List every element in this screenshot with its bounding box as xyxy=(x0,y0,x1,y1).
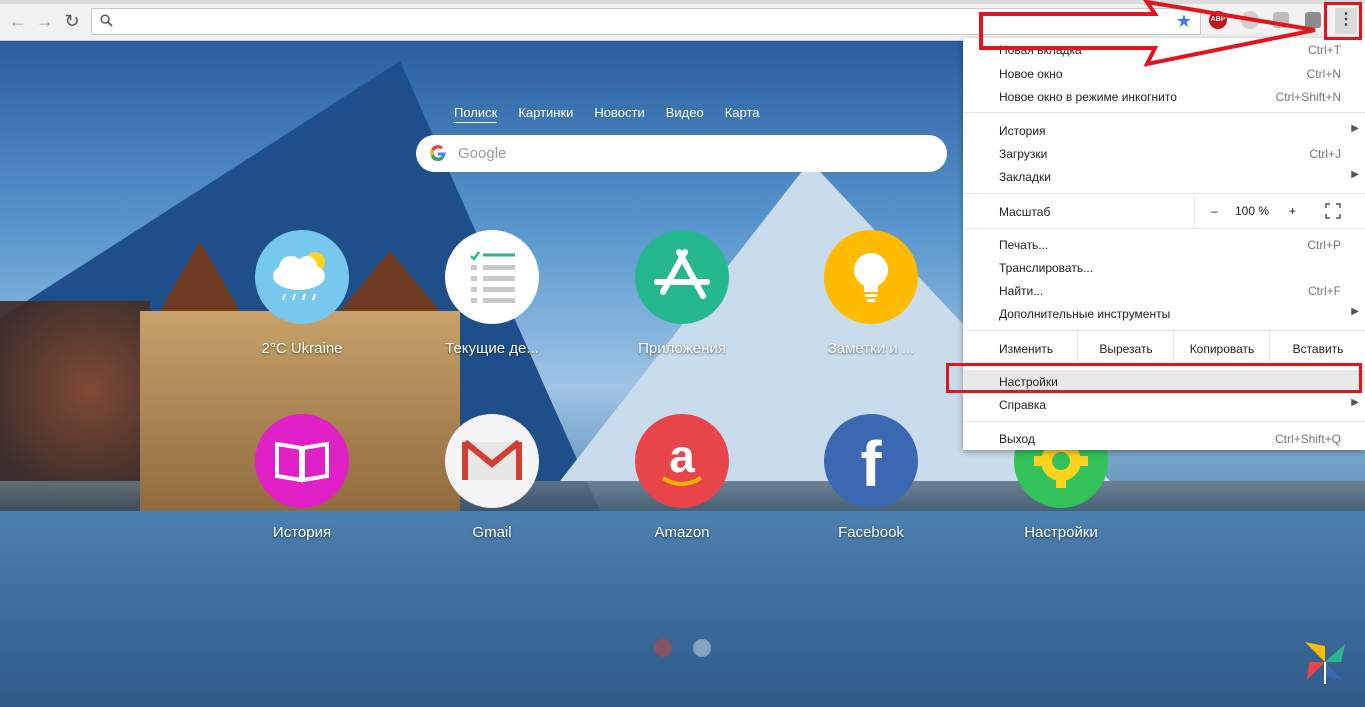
menu-item-help[interactable]: Справка ▶ xyxy=(963,393,1365,416)
book-icon xyxy=(255,414,349,508)
tile-weather[interactable]: 2°C Ukraine xyxy=(232,230,372,357)
menu-item-history[interactable]: История ▶ xyxy=(963,119,1365,142)
submenu-arrow-icon: ▶ xyxy=(1351,306,1359,317)
cut-button[interactable]: Вырезать xyxy=(1077,331,1174,365)
menu-separator xyxy=(963,112,1365,113)
menu-item-shortcut: Ctrl+P xyxy=(1307,238,1341,252)
cut-label: Вырезать xyxy=(1099,342,1153,356)
tile-label: Заметки и ... xyxy=(827,340,915,357)
weather-icon xyxy=(255,230,349,324)
menu-item-incognito[interactable]: Новое окно в режиме инкогнито Ctrl+Shift… xyxy=(963,85,1365,108)
app-store-icon xyxy=(635,230,729,324)
menu-item-label: Транслировать... xyxy=(999,261,1094,275)
gmail-icon xyxy=(445,414,539,508)
tile-label: Приложения xyxy=(638,340,726,357)
menu-item-downloads[interactable]: Загрузки Ctrl+J xyxy=(963,142,1365,165)
submenu-arrow-icon: ▶ xyxy=(1351,123,1359,134)
tile-apps[interactable]: Приложения xyxy=(612,230,752,357)
svg-text:a: a xyxy=(669,430,695,482)
zoom-controls: – 100 % + xyxy=(1194,195,1305,227)
tile-amazon[interactable]: a Amazon xyxy=(612,414,752,541)
search-tab[interactable]: Картинки xyxy=(518,105,573,123)
menu-item-exit[interactable]: Выход Ctrl+Shift+Q xyxy=(963,427,1365,450)
copy-label: Копировать xyxy=(1189,342,1255,356)
menu-item-label: Дополнительные инструменты xyxy=(999,307,1171,321)
forward-icon[interactable]: → xyxy=(35,11,55,31)
menu-item-print[interactable]: Печать... Ctrl+P xyxy=(963,233,1365,256)
tile-gmail[interactable]: Gmail xyxy=(422,414,562,541)
back-icon[interactable]: ← xyxy=(8,11,28,31)
page-indicator xyxy=(654,639,728,662)
menu-item-label: Печать... xyxy=(999,238,1049,252)
search-tab[interactable]: Карта xyxy=(725,105,760,123)
tile-label: Текущие де... xyxy=(445,340,539,357)
annotation-arrow-icon xyxy=(979,0,1316,67)
tile-history[interactable]: История xyxy=(232,414,372,541)
checklist-icon xyxy=(445,230,539,324)
tile-tasks[interactable]: Текущие де... xyxy=(422,230,562,357)
menu-item-cast[interactable]: Транслировать... xyxy=(963,256,1365,279)
edit-label: Изменить xyxy=(999,342,1054,356)
annotation-highlight-menu-button xyxy=(1324,2,1362,40)
zoom-label: Масштаб xyxy=(999,205,1051,219)
menu-item-shortcut: Ctrl+Shift+N xyxy=(1275,90,1341,104)
copy-button[interactable]: Копировать xyxy=(1173,331,1270,365)
menu-item-label: Загрузки xyxy=(999,147,1048,161)
svg-text:f: f xyxy=(860,428,882,500)
fullscreen-icon[interactable] xyxy=(1325,203,1341,219)
menu-item-label: Найти... xyxy=(999,284,1044,298)
paste-button[interactable]: Вставить xyxy=(1269,331,1365,365)
tile-label: История xyxy=(272,524,332,541)
menu-item-label: Закладки xyxy=(999,170,1051,184)
menu-item-find[interactable]: Найти... Ctrl+F xyxy=(963,279,1365,302)
menu-separator xyxy=(963,228,1365,229)
menu-item-shortcut: Ctrl+F xyxy=(1308,284,1341,298)
zoom-in-button[interactable]: + xyxy=(1289,204,1296,218)
tile-label: Amazon xyxy=(654,524,710,541)
zoom-value: 100 % xyxy=(1235,204,1270,218)
pinwheel-logo-icon[interactable] xyxy=(1303,640,1347,684)
submenu-arrow-icon: ▶ xyxy=(1351,397,1359,408)
menu-edit-row: Изменить Вырезать Копировать Вставить xyxy=(963,331,1365,365)
search-tab[interactable]: Новости xyxy=(594,105,644,123)
annotation-highlight-settings xyxy=(946,363,1362,393)
tile-label: Facebook xyxy=(838,524,904,541)
menu-item-bookmarks[interactable]: Закладки ▶ xyxy=(963,165,1365,188)
menu-item-label: История xyxy=(999,124,1046,138)
menu-zoom-row: Масштаб – 100 % + xyxy=(963,195,1365,227)
paste-label: Вставить xyxy=(1292,342,1344,356)
menu-item-label: Справка xyxy=(999,398,1047,412)
search-placeholder: Google xyxy=(458,145,507,162)
zoom-out-button[interactable]: – xyxy=(1211,204,1218,218)
tile-label: 2°C Ukraine xyxy=(261,340,343,357)
google-search-input[interactable]: Google xyxy=(416,135,947,172)
menu-item-shortcut: Ctrl+Shift+Q xyxy=(1274,432,1341,446)
amazon-icon: a xyxy=(635,414,729,508)
tile-label: Gmail xyxy=(472,524,512,541)
menu-item-more-tools[interactable]: Дополнительные инструменты ▶ xyxy=(963,302,1365,325)
search-icon xyxy=(100,14,113,27)
google-logo-icon xyxy=(430,145,446,162)
tile-facebook[interactable]: f Facebook xyxy=(801,414,941,541)
search-tab[interactable]: Видео xyxy=(666,105,704,123)
tile-label: Настройки xyxy=(1024,524,1098,541)
search-tab[interactable]: Полиск xyxy=(454,105,498,123)
facebook-icon: f xyxy=(824,414,918,508)
search-tabs: Полиск Картинки Новости Видео Карта xyxy=(454,105,760,123)
page-dot-active[interactable] xyxy=(654,639,672,657)
lightbulb-icon xyxy=(824,230,918,324)
submenu-arrow-icon: ▶ xyxy=(1351,169,1359,180)
menu-separator xyxy=(963,193,1365,194)
page-dot[interactable] xyxy=(693,639,712,657)
menu-item-label: Новое окно в режиме инкогнито xyxy=(999,90,1177,104)
tile-notes[interactable]: Заметки и ... xyxy=(801,230,941,357)
menu-item-shortcut: Ctrl+J xyxy=(1309,147,1341,161)
menu-separator xyxy=(963,421,1365,422)
menu-item-label: Выход xyxy=(999,432,1035,446)
reload-icon[interactable]: ↻ xyxy=(62,11,82,31)
